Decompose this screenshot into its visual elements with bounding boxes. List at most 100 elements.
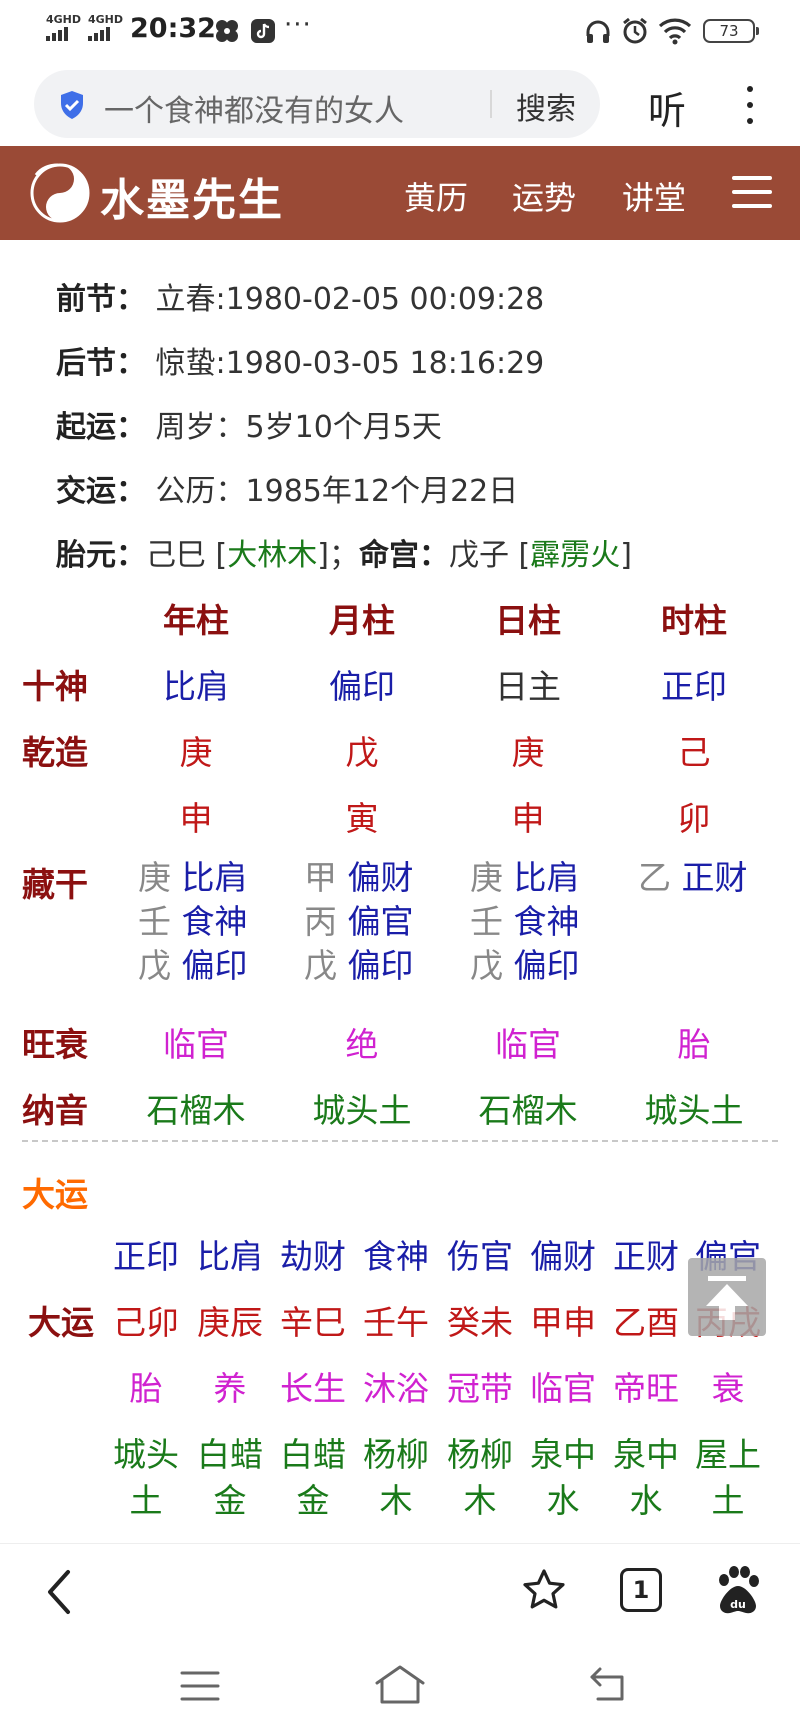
dayun-god: 劫财 (280, 1237, 346, 1276)
row-label-shishen: 十神 (22, 667, 88, 706)
dayun-pillar: 己卯 (113, 1303, 179, 1342)
taiyuan-line: 胎元：己巳 [大林木]；命宫：戊子 [霹雳火] (56, 530, 632, 574)
status-bar: 4GHD 4GHD 20:32 ··· 73 (0, 0, 800, 62)
listen-button[interactable]: 听 (648, 80, 686, 135)
hidden-stem: 戊 (470, 946, 503, 985)
search-query-text[interactable]: 一个食神都没有的女人 (104, 86, 404, 130)
column-head-month: 月柱 (329, 601, 395, 640)
column-head-day: 日柱 (495, 601, 561, 640)
taiyuan-label: 胎元： (56, 538, 146, 573)
hidden-stems-day: 庚 比肩 壬 食神 戊 偏印 (470, 856, 580, 988)
hidden-stems-hour: 乙 正财 (638, 856, 748, 900)
taiyuan-sep: ]； (317, 538, 359, 573)
dayun-state: 长生 (280, 1369, 346, 1408)
more-menu-icon[interactable] (740, 86, 760, 126)
taiyuan-nayin: 大林木 (227, 538, 318, 573)
dayun-god: 偏财 (530, 1237, 596, 1276)
dayun-state: 临官 (530, 1369, 596, 1408)
dayun-pillar: 庚辰 (197, 1303, 263, 1342)
more-notifications-icon: ··· (284, 10, 312, 40)
nav-link-huangli[interactable]: 黄历 (404, 173, 468, 219)
alarm-icon (623, 17, 647, 44)
dayun-nayin-bottom: 木 (463, 1481, 497, 1520)
tabs-count-icon[interactable]: 1 (620, 1568, 662, 1612)
hidden-god: 食神 (181, 902, 248, 941)
system-back-icon[interactable] (588, 1665, 630, 1703)
hidden-stem: 戊 (138, 946, 171, 985)
qiyun-label: 起运： (56, 410, 146, 445)
hidden-stem: 庚 (470, 858, 503, 897)
prev-jieqi-line: 前节： 立春:1980-02-05 00:09:28 (56, 274, 544, 318)
dayun-pillar: 甲申 (530, 1303, 596, 1342)
bookmark-star-icon[interactable] (522, 1568, 566, 1612)
next-jieqi-label: 后节： (56, 346, 146, 381)
dayun-state: 衰 (711, 1369, 745, 1408)
dayun-nayin-bottom: 土 (129, 1481, 163, 1520)
dayun-pillar: 癸未 (447, 1303, 513, 1342)
hidden-stem: 丙 (304, 902, 337, 941)
row-label-qianzao: 乾造 (22, 733, 88, 772)
jiaoyun-line: 交运： 公历：1985年12个月22日 (56, 466, 518, 510)
wangshuai-year: 临官 (163, 1025, 229, 1064)
column-head-hour: 时柱 (661, 601, 727, 640)
taiji-logo-icon[interactable] (28, 161, 92, 225)
row-label-nayin: 纳音 (22, 1091, 88, 1130)
qiyun-value: 周岁：5岁10个月5天 (155, 410, 442, 445)
shishen-day: 日主 (495, 667, 561, 706)
back-arrow-icon[interactable] (40, 1564, 80, 1620)
back-to-top-button[interactable] (688, 1258, 766, 1336)
baidu-paw-icon[interactable]: du (714, 1564, 762, 1616)
pinwheel-icon (216, 20, 238, 42)
nayin-hour: 城头土 (644, 1091, 744, 1130)
dayun-nayin-top: 杨柳 (363, 1435, 429, 1474)
nav-link-jiangtang[interactable]: 讲堂 (622, 173, 686, 219)
dayun-state: 养 (213, 1369, 247, 1408)
jiaoyun-value: 公历：1985年12个月22日 (155, 474, 519, 509)
signal-icon-1 (46, 27, 70, 41)
hidden-god: 比肩 (513, 858, 580, 897)
search-button[interactable]: 搜索 (516, 84, 576, 128)
shishen-hour: 正印 (661, 667, 727, 706)
svg-text:du: du (730, 1598, 746, 1611)
tiktok-icon (251, 19, 275, 43)
browser-bottom-toolbar: 1 du (0, 1543, 800, 1639)
row-label-wangshuai: 旺衰 (22, 1025, 88, 1064)
hidden-god: 偏财 (347, 858, 414, 897)
hidden-stems-year: 庚 比肩 壬 食神 戊 偏印 (138, 856, 248, 988)
search-box[interactable]: 一个食神都没有的女人 搜索 (34, 70, 600, 138)
site-header: 水墨先生 黄历 运势 讲堂 (0, 146, 800, 240)
row-label-canggan: 藏干 (22, 865, 88, 904)
hidden-stems-month: 甲 偏财 丙 偏官 戊 偏印 (304, 856, 414, 988)
shishen-month: 偏印 (329, 667, 395, 706)
minggong-nayin: 霹雳火 (530, 538, 621, 573)
shield-icon (61, 91, 83, 119)
battery-icon: 73 (703, 19, 759, 43)
hidden-stem: 壬 (138, 902, 171, 941)
home-icon[interactable] (374, 1663, 426, 1705)
minggong-label: 命宫： (358, 538, 449, 573)
nav-link-yunshi[interactable]: 运势 (512, 173, 576, 219)
headphones-icon (586, 20, 610, 43)
dayun-god: 食神 (363, 1237, 429, 1276)
branch-hour: 卯 (677, 799, 711, 838)
shishen-year: 比肩 (163, 667, 229, 706)
hamburger-menu-icon[interactable] (732, 174, 772, 210)
branch-day: 申 (511, 799, 545, 838)
system-navigation-bar (0, 1639, 800, 1733)
section-divider (22, 1140, 778, 1142)
recent-apps-icon[interactable] (180, 1669, 220, 1703)
hidden-god: 偏印 (513, 946, 580, 985)
dayun-pillar: 乙酉 (613, 1303, 679, 1342)
wangshuai-day: 临官 (495, 1025, 561, 1064)
nayin-year: 石榴木 (146, 1091, 246, 1130)
arrow-up-icon (706, 1276, 748, 1320)
hidden-god: 偏印 (181, 946, 248, 985)
dayun-nayin-top: 泉中 (530, 1435, 596, 1474)
dayun-nayin-bottom: 金 (213, 1481, 247, 1520)
dayun-nayin-top: 杨柳 (447, 1435, 513, 1474)
dayun-section-title: 大运 (22, 1175, 88, 1214)
network-type-1: 4GHD (46, 13, 82, 26)
column-head-year: 年柱 (163, 601, 229, 640)
site-logo-text[interactable]: 水墨先生 (100, 164, 284, 228)
next-jieqi-line: 后节： 惊蛰:1980-03-05 18:16:29 (56, 338, 544, 382)
